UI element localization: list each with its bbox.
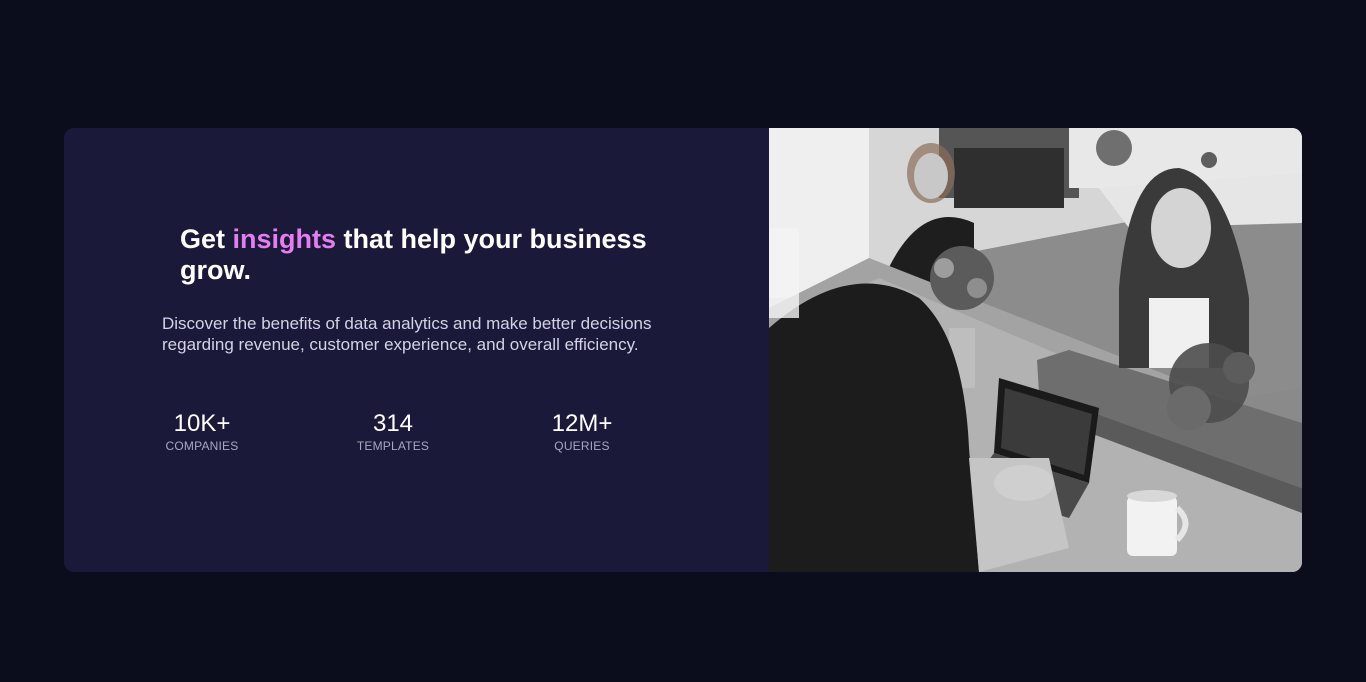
stat-companies: 10K+ COMPANIES: [142, 410, 262, 453]
card-content: Get insights that help your business gro…: [64, 128, 769, 572]
stats-preview-card: Get insights that help your business gro…: [64, 128, 1302, 572]
stat-value: 314: [372, 410, 414, 437]
stat-label: TEMPLATES: [356, 439, 430, 453]
headline: Get insights that help your business gro…: [180, 224, 700, 286]
description: Discover the benefits of data analytics …: [162, 314, 652, 354]
headline-prefix: Get: [180, 224, 233, 254]
stat-queries: 12M+ QUERIES: [522, 410, 642, 453]
stat-value: 12M+: [551, 410, 613, 437]
headline-accent: insights: [232, 224, 337, 254]
stat-label: QUERIES: [554, 439, 610, 453]
stat-templates: 314 TEMPLATES: [333, 410, 453, 453]
office-team-photo: [769, 128, 1302, 572]
stat-label: COMPANIES: [165, 439, 239, 453]
stat-value: 10K+: [173, 410, 231, 437]
office-photo-illustration: [769, 128, 1302, 572]
